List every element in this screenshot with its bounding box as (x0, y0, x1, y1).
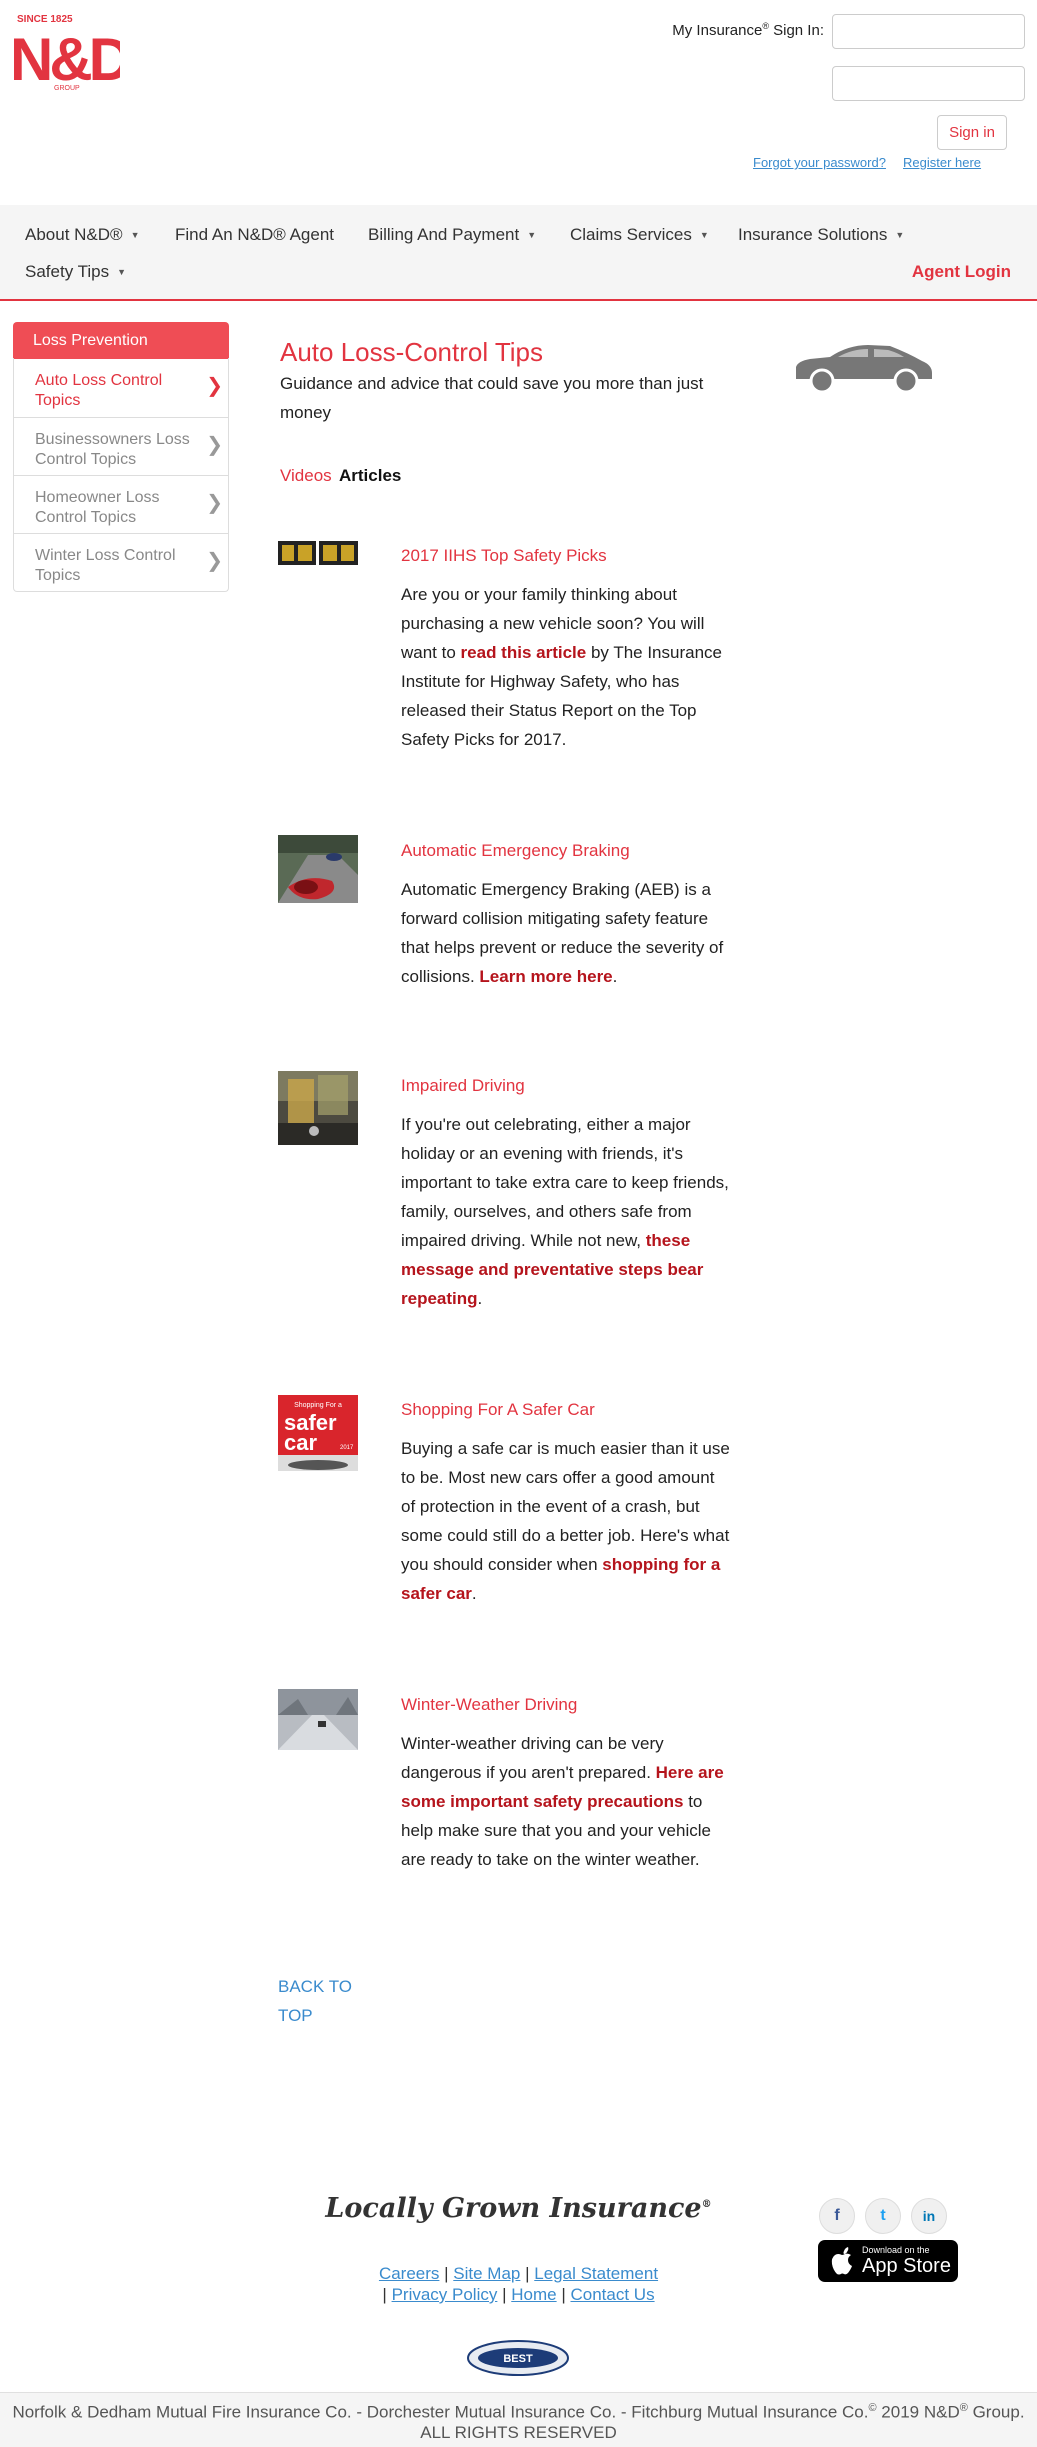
article-body: Winter-weather driving can be very dange… (401, 1734, 724, 1869)
drink-and-keys-thumbnail (278, 1071, 358, 1145)
magazine-small-text: Shopping For a (294, 1402, 342, 1409)
chevron-right-icon: ❯ (206, 550, 223, 572)
footer-link-legal[interactable]: Legal Statement (534, 2264, 658, 2283)
logo-group-text: GROUP (54, 85, 80, 92)
article-body: Are you or your family thinking about pu… (401, 585, 722, 749)
nav-about[interactable]: About N&D® ▼ (25, 225, 140, 245)
nav-safety-tips[interactable]: Safety Tips ▼ (25, 262, 126, 282)
forgot-password-link[interactable]: Forgot your password? (753, 155, 886, 170)
chevron-right-icon: ❯ (206, 492, 223, 514)
sidebar-heading: Loss Prevention (13, 322, 229, 359)
caret-down-icon: ▼ (130, 230, 140, 240)
article-title[interactable]: Impaired Driving (401, 1076, 525, 1096)
caret-down-icon: ▼ (895, 230, 905, 240)
sidebar-item-label: Auto Loss Control Topics (35, 372, 163, 409)
logo-mark-text: N&D (10, 26, 120, 92)
footer-link-privacy[interactable]: Privacy Policy (392, 2285, 498, 2304)
nav-billing[interactable]: Billing And Payment ▼ (368, 225, 536, 245)
signin-button[interactable]: Sign in (937, 115, 1007, 150)
page-subtitle: Guidance and advice that could save you … (280, 374, 704, 422)
signin-label: My Insurance® Sign In: (672, 21, 824, 39)
article-link[interactable]: read this article (461, 643, 587, 662)
article-title[interactable]: Automatic Emergency Braking (401, 841, 630, 861)
nd-group-logo[interactable]: SINCE 1825 N&D GROUP (10, 10, 120, 92)
article-link[interactable]: Learn more here (479, 967, 612, 986)
back-to-top-link[interactable]: BACK TO TOP (278, 1972, 358, 2030)
sidebar-item-homeowner[interactable]: Homeowner Loss Control Topics ❯ (13, 475, 229, 533)
footer-links-row-1: Careers | Site Map | Legal Statement (378, 2264, 659, 2283)
sidebar-item-businessowners[interactable]: Businessowners Loss Control Topics ❯ (13, 417, 229, 475)
register-link[interactable]: Register here (903, 155, 981, 170)
article-title[interactable]: Shopping For A Safer Car (401, 1400, 595, 1420)
caret-down-icon: ▼ (527, 230, 537, 240)
nav-find-agent[interactable]: Find An N&D® Agent (175, 225, 334, 245)
iihs-safety-badges-thumbnail (278, 541, 358, 565)
safer-car-magazine-thumbnail: Shopping For a safer car 2017 (278, 1395, 358, 1471)
copyright-line-1: Norfolk & Dedham Mutual Fire Insurance C… (12, 2402, 1025, 2422)
nav-claims[interactable]: Claims Services ▼ (570, 225, 709, 245)
footer-link-careers[interactable]: Careers (379, 2264, 439, 2283)
chevron-right-icon: ❯ (206, 375, 223, 397)
sidebar-item-label: Homeowner Loss Control Topics (35, 489, 160, 526)
nav-insurance-solutions[interactable]: Insurance Solutions ▼ (738, 225, 904, 245)
article-body: Automatic Emergency Braking (AEB) is a f… (401, 880, 724, 986)
caret-down-icon: ▼ (117, 267, 127, 277)
agent-login-link[interactable]: Agent Login (912, 262, 1011, 282)
page-title: Auto Loss-Control Tips (280, 337, 544, 367)
copyright-line-2: ALL RIGHTS RESERVED (420, 2422, 617, 2442)
footer-link-contact[interactable]: Contact Us (570, 2285, 654, 2304)
linkedin-icon[interactable]: in (911, 2198, 947, 2234)
username-input[interactable] (832, 14, 1025, 49)
cars-on-road-thumbnail (278, 835, 358, 903)
twitter-icon[interactable]: t (865, 2198, 901, 2234)
main-nav (0, 205, 1037, 301)
article-body: Buying a safe car is much easier than it… (401, 1439, 730, 1603)
magazine-year-text: 2017 (340, 1445, 354, 1451)
sidebar-item-winter[interactable]: Winter Loss Control Topics ❯ (13, 533, 229, 591)
facebook-icon[interactable]: f (819, 2198, 855, 2234)
tab-articles[interactable]: Articles (339, 466, 401, 486)
article-title[interactable]: 2017 IIHS Top Safety Picks (401, 546, 607, 566)
snowy-road-thumbnail (278, 1689, 358, 1750)
sidebar-item-auto[interactable]: Auto Loss Control Topics ❯ (13, 359, 229, 417)
am-best-badge[interactable]: BEST (466, 2339, 570, 2377)
magazine-big-text-2: car (284, 1430, 317, 1455)
car-icon (796, 345, 932, 393)
copyright-bar: Norfolk & Dedham Mutual Fire Insurance C… (0, 2392, 1037, 2447)
article-title[interactable]: Winter-Weather Driving (401, 1695, 577, 1715)
sidebar-item-label: Winter Loss Control Topics (35, 547, 176, 584)
footer-links-row-2: | Privacy Policy | Home | Contact Us (382, 2285, 655, 2304)
sidebar-item-label: Businessowners Loss Control Topics (35, 431, 190, 468)
tab-videos[interactable]: Videos (280, 466, 332, 486)
chevron-right-icon: ❯ (206, 434, 223, 456)
am-best-text: BEST (503, 2353, 533, 2365)
app-store-small-text: Download on the (862, 2245, 930, 2255)
footer-link-sitemap[interactable]: Site Map (453, 2264, 520, 2283)
password-input[interactable] (832, 66, 1025, 101)
article-body: If you're out celebrating, either a majo… (401, 1115, 729, 1308)
footer-link-home[interactable]: Home (511, 2285, 556, 2304)
caret-down-icon: ▼ (699, 230, 709, 240)
logo-since-text: SINCE 1825 (17, 14, 73, 25)
